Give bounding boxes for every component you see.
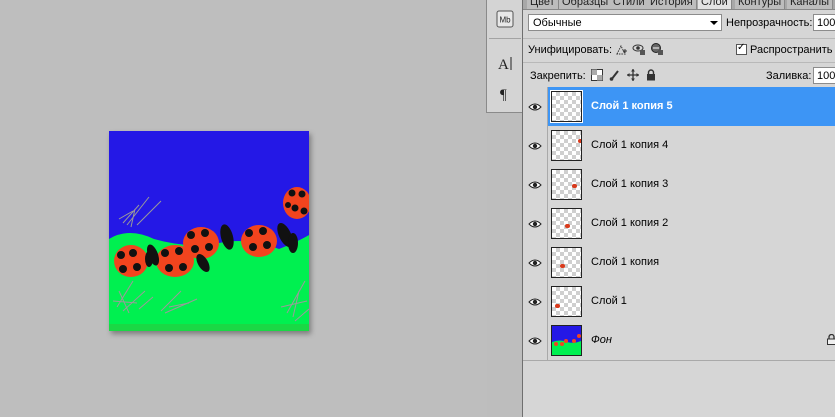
tab-swatches[interactable]: Образцы: [559, 0, 613, 9]
tab-color[interactable]: Цвет: [527, 0, 559, 9]
layer-row[interactable]: Фон: [523, 321, 835, 361]
layer-thumbnail: [551, 247, 582, 278]
layer-name: Фон: [591, 334, 612, 346]
layer-thumbnail: [551, 169, 582, 200]
layer-name: Слой 1 копия: [591, 256, 660, 268]
layer-thumbnail: [550, 90, 583, 123]
visibility-eye-icon[interactable]: [523, 321, 548, 360]
collapsed-panels-dock: Mb A ¶: [486, 0, 523, 113]
lock-image-pixels-icon[interactable]: [609, 69, 621, 81]
visibility-eye-icon[interactable]: [523, 243, 548, 282]
lock-icon: [827, 334, 835, 345]
svg-text:A: A: [498, 57, 509, 72]
background-layer-thumbnail: [551, 325, 582, 356]
layer-row[interactable]: Слой 1 копия 5: [523, 87, 835, 127]
unify-label: Унифицировать:: [528, 44, 613, 56]
paragraph-icon[interactable]: ¶: [494, 82, 516, 104]
character-icon[interactable]: A: [494, 52, 516, 74]
fill-label: Заливка:: [766, 70, 812, 82]
unify-visibility-icon[interactable]: [632, 42, 647, 57]
mini-bridge-icon[interactable]: Mb: [494, 8, 516, 30]
layer-row[interactable]: Слой 1 копия: [523, 243, 835, 283]
visibility-eye-icon[interactable]: [523, 282, 548, 321]
document-image[interactable]: [109, 131, 309, 331]
layer-thumbnail: [551, 130, 582, 161]
unify-row: Унифицировать: Распространить к: [523, 38, 835, 63]
spread-label: Распространить к: [750, 44, 835, 56]
spread-frame-1-checkbox[interactable]: [736, 42, 747, 55]
fill-input[interactable]: 100: [813, 67, 835, 84]
tab-channels[interactable]: Каналы: [787, 0, 834, 9]
visibility-eye-icon[interactable]: [523, 204, 548, 243]
tab-layers[interactable]: Слои: [698, 0, 732, 9]
layer-name: Слой 1: [591, 295, 627, 307]
unify-position-icon[interactable]: [614, 42, 629, 57]
layer-name: Слой 1 копия 2: [591, 217, 669, 229]
layer-row[interactable]: Слой 1 копия 4: [523, 126, 835, 166]
svg-text:Mb: Mb: [499, 16, 511, 25]
opacity-label: Непрозрачность:: [726, 17, 813, 29]
panel-tabs: Цвет Образцы Стили История Слои Контуры …: [523, 0, 835, 10]
layer-name: Слой 1 копия 5: [591, 100, 673, 112]
blend-mode-select[interactable]: Обычные: [528, 14, 722, 31]
layer-name: Слой 1 копия 3: [591, 178, 669, 190]
ladybug-artwork: [109, 131, 309, 331]
tab-paths[interactable]: Контуры: [735, 0, 786, 9]
layer-thumbnail: [551, 208, 582, 239]
blend-opacity-row: Обычные Непрозрачность: 100: [523, 10, 835, 37]
tab-history[interactable]: История: [647, 0, 697, 9]
layer-row[interactable]: Слой 1 копия 2: [523, 204, 835, 244]
opacity-input[interactable]: 100: [813, 14, 835, 31]
visibility-eye-icon[interactable]: [523, 165, 548, 204]
lock-position-icon[interactable]: [627, 69, 639, 81]
canvas-area[interactable]: [0, 0, 487, 417]
svg-text:¶: ¶: [500, 87, 507, 102]
chevron-down-icon: [710, 21, 718, 25]
layer-thumbnail: [551, 286, 582, 317]
visibility-eye-icon[interactable]: [523, 126, 548, 165]
divider: [489, 38, 521, 39]
layer-name: Слой 1 копия 4: [591, 139, 669, 151]
blend-mode-value: Обычные: [533, 17, 582, 29]
visibility-eye-icon[interactable]: [523, 87, 548, 126]
lock-label: Закрепить:: [530, 70, 586, 82]
lock-fill-row: Закрепить: Заливка: 100: [523, 62, 835, 88]
tab-styles[interactable]: Стили: [610, 0, 649, 9]
layer-row[interactable]: Слой 1: [523, 282, 835, 322]
lock-transparent-pixels-icon[interactable]: [591, 69, 603, 81]
unify-style-icon[interactable]: [650, 42, 665, 57]
layer-row[interactable]: Слой 1 копия 3: [523, 165, 835, 205]
lock-all-icon[interactable]: [645, 69, 657, 81]
layers-panel: Цвет Образцы Стили История Слои Контуры …: [522, 0, 835, 417]
